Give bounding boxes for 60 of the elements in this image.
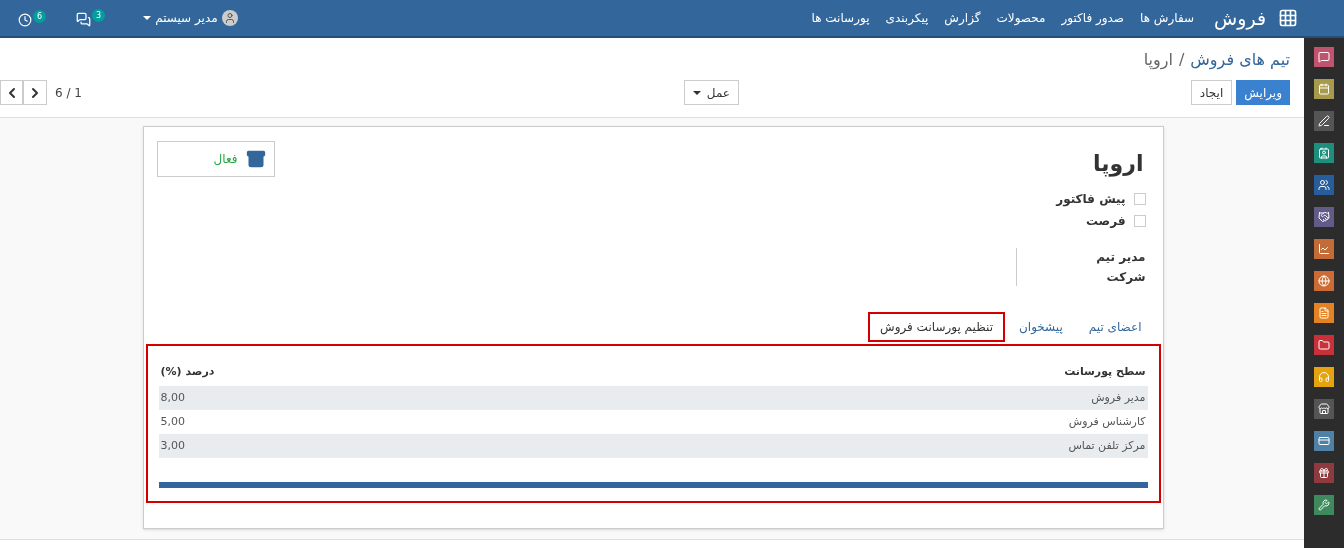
record-title: اروپا — [1093, 150, 1144, 179]
edit-button[interactable]: ویرایش — [1236, 80, 1290, 105]
column-header: درصد (%) — [160, 364, 215, 380]
field-label: شرکت — [1105, 269, 1146, 286]
action-dropdown[interactable]: عمل — [683, 80, 739, 105]
handshake-icon[interactable] — [1314, 207, 1334, 227]
chart-icon[interactable] — [1314, 239, 1334, 259]
next-button[interactable] — [23, 80, 47, 105]
tab[interactable]: اعضای تیم — [1076, 312, 1154, 342]
message-count-badge: 3 — [92, 9, 106, 22]
active-toggle-button[interactable]: فعال — [156, 141, 275, 177]
folder-icon[interactable] — [1314, 335, 1334, 355]
menu-item[interactable]: صدور فاکتور — [1061, 9, 1125, 27]
user-menu[interactable]: مدیر سیستم — [139, 9, 238, 27]
breadcrumb-separator: / — [1178, 49, 1185, 71]
menu-item[interactable]: پیکربندی — [885, 9, 929, 27]
previous-button[interactable] — [0, 80, 23, 105]
create-button[interactable]: ایجاد — [1190, 80, 1233, 105]
pager-counter: 1 / 6 — [55, 84, 82, 102]
menu-item[interactable]: پورسانت ها — [811, 9, 870, 27]
activity-button[interactable]: 6 — [18, 7, 47, 29]
globe-icon[interactable] — [1314, 271, 1334, 291]
menu-item[interactable]: گزارش — [944, 9, 981, 27]
activity-count-badge: 6 — [33, 9, 47, 23]
table-cell-text: مرکز تلفن تماس — [1068, 437, 1146, 454]
field-label: مدیر تیم — [1095, 249, 1146, 266]
apps-menu-icon[interactable] — [1278, 8, 1298, 28]
checkbox[interactable] — [1133, 193, 1146, 205]
contact-card-icon[interactable] — [1314, 143, 1334, 163]
store-icon[interactable] — [1314, 399, 1334, 419]
menu-item[interactable]: محصولات — [996, 9, 1046, 27]
pen-icon[interactable] — [1314, 111, 1334, 131]
chat-icon[interactable] — [1314, 47, 1334, 67]
table-cell-text: مدیر فروش — [1091, 389, 1146, 406]
calendar-icon[interactable] — [1314, 79, 1334, 99]
app-title[interactable]: فروش — [1214, 3, 1266, 33]
archive-icon — [245, 149, 266, 169]
table-cell-text: 3,00 — [160, 437, 185, 454]
checkbox[interactable] — [1133, 215, 1146, 227]
card-icon[interactable] — [1314, 431, 1334, 451]
column-header: سطح پورسانت — [1064, 364, 1146, 380]
tab[interactable]: تنظیم پورسانت فروش — [868, 312, 1005, 342]
chat-bubbles-icon — [76, 12, 92, 27]
tab[interactable]: پیشخوان — [1007, 312, 1075, 342]
caret-icon — [692, 90, 701, 95]
breadcrumb-link[interactable]: تیم های فروش — [1190, 48, 1290, 72]
people-icon[interactable] — [1314, 175, 1334, 195]
menu-item[interactable]: سفارش ها — [1140, 9, 1195, 27]
checkbox-label: پیش فاکتور — [1056, 191, 1126, 208]
gift-icon[interactable] — [1314, 463, 1334, 483]
avatar-icon — [221, 10, 238, 26]
wrench-icon[interactable] — [1314, 495, 1334, 515]
messages-button[interactable]: 3 — [76, 7, 106, 29]
breadcrumb-current: اروپا — [1143, 49, 1173, 72]
table-cell-text: 8,00 — [160, 389, 185, 406]
checkbox-label: فرصت — [1085, 213, 1126, 230]
document-icon[interactable] — [1314, 303, 1334, 323]
clock-icon — [18, 12, 32, 27]
table-cell-text: کارشناس فروش — [1068, 413, 1146, 430]
table-cell-text: 5,00 — [160, 413, 185, 430]
